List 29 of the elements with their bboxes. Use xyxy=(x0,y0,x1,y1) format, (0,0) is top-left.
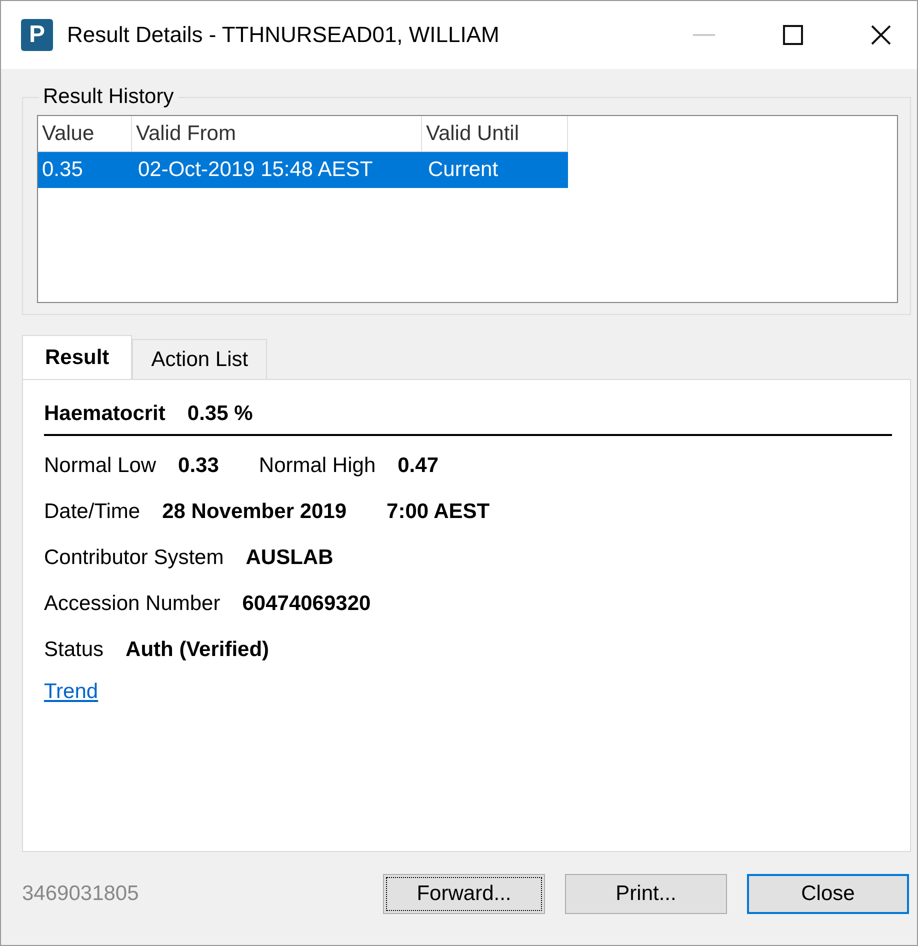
field-label: Status xyxy=(44,638,104,662)
table-cell-text: 0.35 xyxy=(41,158,84,182)
field-value: 0.47 xyxy=(398,454,438,478)
app-icon: P xyxy=(21,19,53,51)
history-row[interactable]: 0.35 02-Oct-2019 15:48 AEST Current xyxy=(38,152,568,188)
table-cell-text: Current xyxy=(427,158,500,182)
field-value: 60474069320 xyxy=(242,592,371,616)
trend-link[interactable]: Trend xyxy=(44,680,98,704)
table-cell-text: 02-Oct-2019 15:48 AEST xyxy=(137,158,374,182)
field-value: AUSLAB xyxy=(246,546,334,570)
field-value: 28 November 2019 xyxy=(162,500,347,524)
tab[interactable]: Result xyxy=(22,335,132,379)
dialog-button[interactable]: Print... xyxy=(565,874,727,914)
test-value: 0.35 % xyxy=(187,402,253,426)
field-value: 7:00 AEST xyxy=(386,500,490,524)
record-id: 3469031805 xyxy=(22,882,139,906)
field-value: Auth (Verified) xyxy=(126,638,270,662)
field-label: Normal High xyxy=(258,454,376,478)
field-label: Accession Number xyxy=(44,592,220,616)
window-title: Result Details - TTHNURSEAD01, WILLIAM xyxy=(67,22,500,48)
group-title: Result History xyxy=(42,85,175,109)
field-value: 0.33 xyxy=(178,454,219,478)
field-label: Normal Low xyxy=(44,454,156,478)
tab[interactable]: Action List xyxy=(132,339,268,379)
test-name: Haematocrit xyxy=(44,402,166,426)
field-label: Date/Time xyxy=(44,500,140,524)
dialog-button[interactable]: Close xyxy=(747,874,909,914)
field-label: Contributor System xyxy=(44,546,224,570)
dialog-button[interactable]: Forward... xyxy=(383,874,545,914)
